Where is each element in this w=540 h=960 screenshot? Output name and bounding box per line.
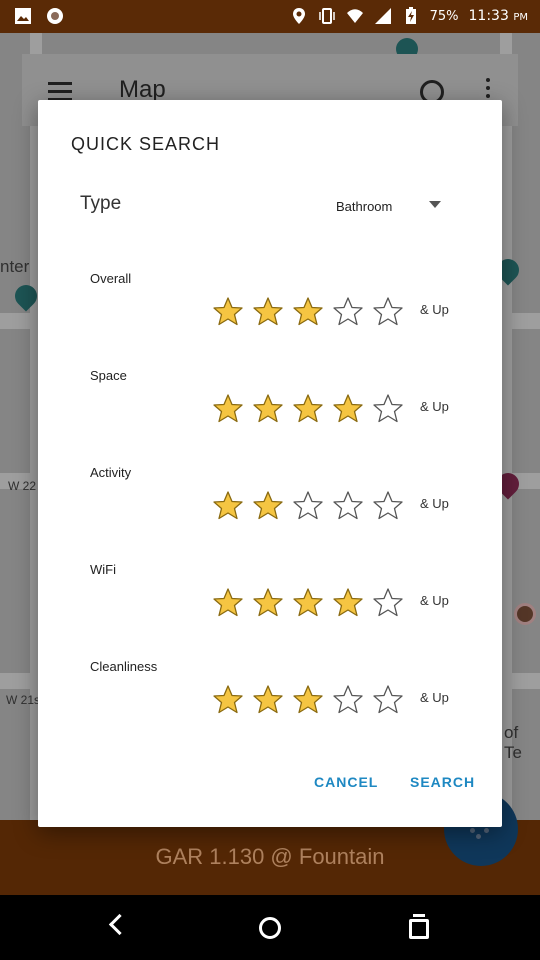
wifi-icon (346, 9, 363, 23)
rating-label: Overall (90, 271, 132, 286)
rating-suffix: & Up (420, 496, 449, 511)
star-filled-icon[interactable] (332, 587, 364, 617)
star-filled-icon[interactable] (212, 490, 244, 520)
rating-suffix: & Up (420, 690, 449, 705)
star-filled-icon[interactable] (252, 587, 284, 617)
star-filled-icon[interactable] (212, 296, 244, 326)
star-filled-icon[interactable] (292, 393, 324, 423)
star-empty-icon[interactable] (372, 490, 404, 520)
image-notification-icon (15, 8, 31, 24)
star-empty-icon[interactable] (292, 490, 324, 520)
vibrate-icon (318, 8, 335, 24)
rating-row: Cleanliness & Up (38, 659, 502, 756)
star-filled-icon[interactable] (212, 587, 244, 617)
signal-icon (374, 8, 391, 24)
star-empty-icon[interactable] (332, 296, 364, 326)
star-empty-icon[interactable] (372, 587, 404, 617)
star-filled-icon[interactable] (332, 393, 364, 423)
rating-label: WiFi (90, 562, 116, 577)
type-dropdown[interactable]: Bathroom (336, 196, 448, 218)
quick-search-dialog: QUICK SEARCH Type Bathroom Overall & Up Sp… (38, 100, 502, 827)
rating-label: Cleanliness (90, 659, 158, 674)
rating-row: Overall & Up (38, 271, 502, 368)
rating-row: Space & Up (38, 368, 502, 465)
app-notification-icon (47, 8, 63, 24)
star-filled-icon[interactable] (252, 393, 284, 423)
recents-icon[interactable] (409, 914, 429, 939)
star-rating[interactable] (212, 296, 404, 326)
rating-suffix: & Up (420, 302, 449, 317)
star-filled-icon[interactable] (212, 393, 244, 423)
home-icon[interactable] (259, 917, 281, 939)
star-empty-icon[interactable] (332, 684, 364, 714)
battery-charging-icon (405, 7, 416, 24)
star-filled-icon[interactable] (252, 296, 284, 326)
search-button[interactable]: SEARCH (410, 774, 475, 790)
star-rating[interactable] (212, 587, 404, 617)
star-empty-icon[interactable] (372, 684, 404, 714)
location-icon (292, 8, 305, 24)
star-filled-icon[interactable] (252, 684, 284, 714)
dialog-actions: CANCEL SEARCH (38, 774, 502, 794)
battery-percent: 75% (429, 8, 459, 24)
rating-suffix: & Up (420, 399, 449, 414)
rating-label: Space (90, 368, 127, 383)
star-filled-icon[interactable] (292, 587, 324, 617)
rating-row: WiFi & Up (38, 562, 502, 659)
dropdown-caret-icon (429, 201, 441, 208)
clock-time: 11:33 (468, 8, 509, 24)
status-bar: 75% 11:33 PM (0, 0, 540, 33)
star-rating[interactable] (212, 393, 404, 423)
star-rating[interactable] (212, 684, 404, 714)
star-empty-icon[interactable] (372, 296, 404, 326)
cancel-button[interactable]: CANCEL (314, 774, 378, 790)
star-filled-icon[interactable] (292, 684, 324, 714)
star-filled-icon[interactable] (292, 296, 324, 326)
clock-ampm: PM (513, 12, 528, 23)
dialog-title: QUICK SEARCH (71, 134, 221, 154)
star-rating[interactable] (212, 490, 404, 520)
type-label: Type (80, 193, 122, 214)
type-dropdown-value: Bathroom (336, 199, 393, 214)
star-empty-icon[interactable] (372, 393, 404, 423)
rating-row: Activity & Up (38, 465, 502, 562)
rating-suffix: & Up (420, 593, 449, 608)
back-icon[interactable] (108, 913, 131, 936)
rating-label: Activity (90, 465, 132, 480)
clock: 11:33 PM (469, 8, 528, 24)
star-empty-icon[interactable] (332, 490, 364, 520)
system-nav-bar (0, 895, 540, 960)
star-filled-icon[interactable] (252, 490, 284, 520)
star-filled-icon[interactable] (212, 684, 244, 714)
